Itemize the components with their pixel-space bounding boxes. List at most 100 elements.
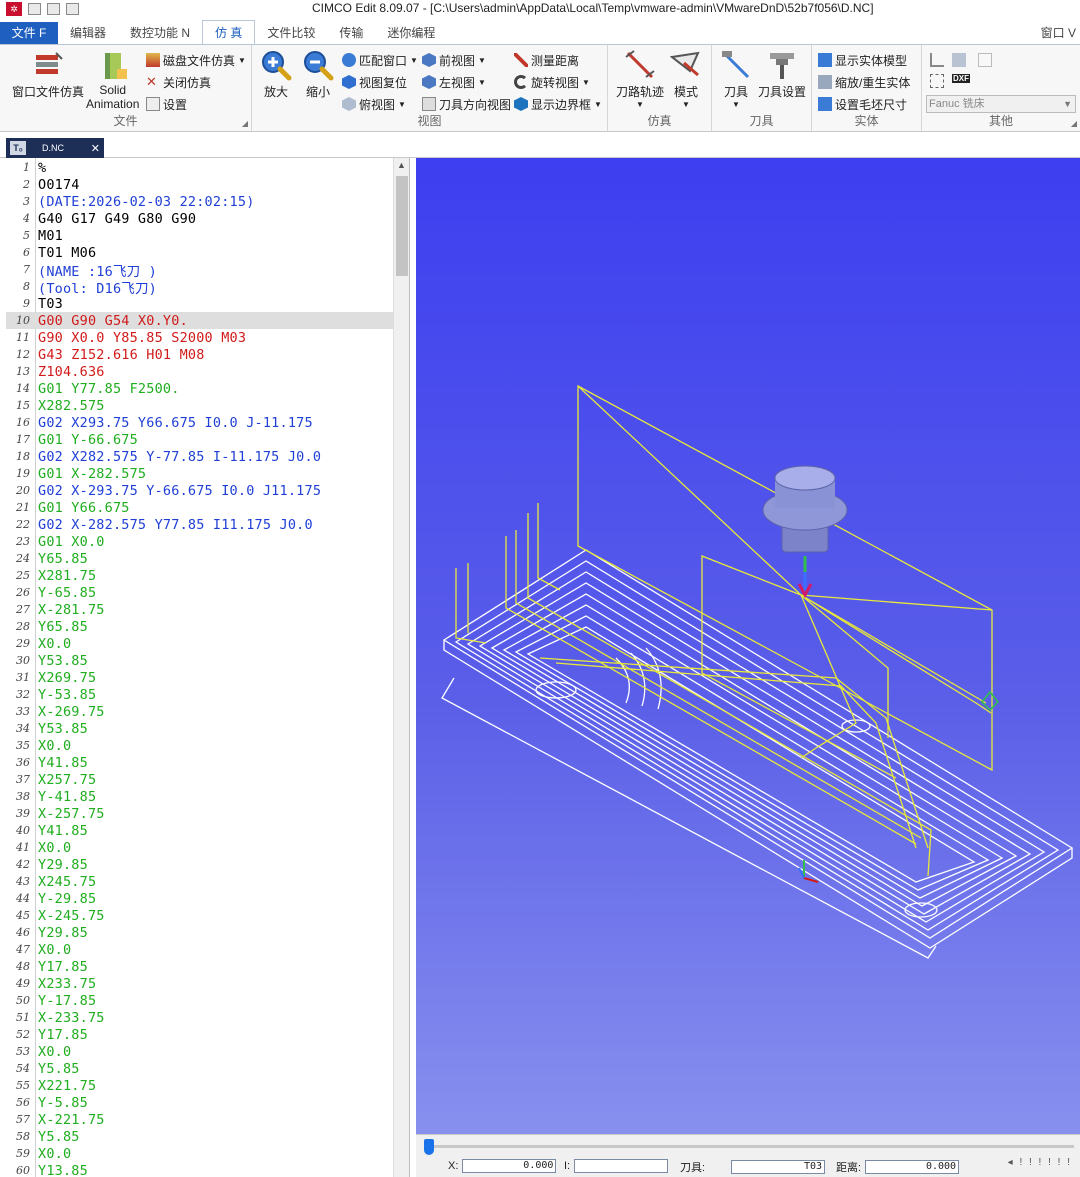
code-line[interactable]: 45 X-245.75 (6, 907, 394, 924)
code-line[interactable]: 5 M01 (6, 227, 394, 244)
code-line[interactable]: 54 Y5.85 (6, 1060, 394, 1077)
code-line[interactable]: 27 X-281.75 (6, 601, 394, 618)
machine-select[interactable]: Fanuc 铣床 ▼ (926, 95, 1076, 113)
tab-1[interactable]: 编辑器 (58, 22, 118, 44)
code-line[interactable]: 59 X0.0 (6, 1145, 394, 1162)
group-launcher-icon[interactable]: ◢ (242, 119, 248, 128)
rotate-view-button[interactable]: 旋转视图 ▼ (514, 73, 590, 91)
code-line[interactable]: 21 G01 Y66.675 (6, 499, 394, 516)
code-line[interactable]: 9 T03 (6, 295, 394, 312)
code-line[interactable]: 35 X0.0 (6, 737, 394, 754)
show-bounds-button[interactable]: 显示边界框 ▼ (514, 95, 602, 113)
scale-regen-button[interactable]: 缩放/重生实体 (818, 73, 910, 91)
code-line[interactable]: 46 Y29.85 (6, 924, 394, 941)
front-view-button[interactable]: 前视图 ▼ (422, 51, 486, 69)
code-line[interactable]: 15 X282.575 (6, 397, 394, 414)
grid-icon[interactable] (930, 74, 944, 88)
measure-distance-button[interactable]: 测量距离 (514, 51, 579, 69)
code-line[interactable]: 3 (DATE:2026-02-03 22:02:15) (6, 193, 394, 210)
code-line[interactable]: 33 X-269.75 (6, 703, 394, 720)
show-solid-button[interactable]: 显示实体模型 (818, 51, 907, 69)
solid-animation-button[interactable]: Solid Animation (86, 49, 139, 111)
close-sim-button[interactable]: ✕ 关闭仿真 (146, 73, 211, 91)
tool-settings-button[interactable]: 刀具设置 (758, 49, 806, 100)
zoom-out-button[interactable]: 缩小 (302, 49, 334, 100)
code-line[interactable]: 40 Y41.85 (6, 822, 394, 839)
code-line[interactable]: 12 G43 Z152.616 H01 M08 (6, 346, 394, 363)
code-line[interactable]: 42 Y29.85 (6, 856, 394, 873)
tool-direction-view-button[interactable]: 刀具方向视图 (422, 95, 511, 113)
code-line[interactable]: 19 G01 X-282.575 (6, 465, 394, 482)
open-sim-button[interactable]: 窗口文件仿真 (12, 49, 84, 100)
code-line[interactable]: 6 T01 M06 (6, 244, 394, 261)
sim-progress-track[interactable] (424, 1145, 1074, 1148)
code-line[interactable]: 16 G02 X293.75 Y66.675 I0.0 J-11.175 (6, 414, 394, 431)
fit-window-button[interactable]: 匹配窗口 ▼ (342, 51, 418, 69)
disk-sim-button[interactable]: 磁盘文件仿真 ▼ (146, 51, 246, 69)
code-line[interactable]: 58 Y5.85 (6, 1128, 394, 1145)
code-line[interactable]: 50 Y-17.85 (6, 992, 394, 1009)
sim-progress-knob[interactable] (424, 1139, 434, 1155)
toolpath-button[interactable]: 刀路轨迹 ▼ (616, 49, 664, 109)
code-line[interactable]: 52 Y17.85 (6, 1026, 394, 1043)
code-line[interactable]: 53 X0.0 (6, 1043, 394, 1060)
top-view-button[interactable]: 俯视图 ▼ (342, 95, 406, 113)
code-line[interactable]: 28 Y65.85 (6, 618, 394, 635)
code-line[interactable]: 11 G90 X0.0 Y85.85 S2000 M03 (6, 329, 394, 346)
code-line[interactable]: 17 G01 Y-66.675 (6, 431, 394, 448)
code-line[interactable]: 22 G02 X-282.575 Y77.85 I11.175 J0.0 (6, 516, 394, 533)
code-line[interactable]: 51 X-233.75 (6, 1009, 394, 1026)
code-line[interactable]: 60 Y13.85 (6, 1162, 394, 1177)
code-line[interactable]: 13 Z104.636 (6, 363, 394, 380)
code-line[interactable]: 4 G40 G17 G49 G80 G90 (6, 210, 394, 227)
code-line[interactable]: 8 (Tool: D16飞刀) (6, 278, 394, 297)
code-line[interactable]: 26 Y-65.85 (6, 584, 394, 601)
view-reset-button[interactable]: 视图复位 (342, 73, 407, 91)
code-line[interactable]: 31 X269.75 (6, 669, 394, 686)
code-line[interactable]: 10 G00 G90 G54 X0.Y0. (6, 312, 394, 329)
print-icon[interactable] (66, 3, 79, 15)
code-line[interactable]: 24 Y65.85 (6, 550, 394, 567)
code-line[interactable]: 48 Y17.85 (6, 958, 394, 975)
code-line[interactable]: 44 Y-29.85 (6, 890, 394, 907)
code-line[interactable]: 56 Y-5.85 (6, 1094, 394, 1111)
save-icon[interactable] (28, 3, 41, 15)
tab-5[interactable]: 传输 (327, 22, 375, 44)
code-line[interactable]: 57 X-221.75 (6, 1111, 394, 1128)
nc-code-editor[interactable]: 1% 2 O0174 3 (DATE:2026-02-03 22:02:15) 4 G40 … (6, 158, 410, 1177)
close-icon[interactable]: ✕ (91, 142, 100, 155)
expand-icon[interactable] (930, 53, 944, 67)
mode-button[interactable]: 模式 ▼ (670, 49, 702, 109)
speed-slider-ticks[interactable]: ◂ ! ! ! ! ! ! (1008, 1157, 1072, 1168)
scroll-up-icon[interactable]: ▲ (397, 160, 406, 170)
tool-button[interactable]: 刀具 ▼ (720, 49, 752, 109)
code-line[interactable]: 2 O0174 (6, 176, 394, 193)
code-line[interactable]: 7 (NAME :16飞刀 ) (6, 261, 394, 280)
code-line[interactable]: 30 Y53.85 (6, 652, 394, 669)
code-line[interactable]: 37 X257.75 (6, 771, 394, 788)
tab-2[interactable]: 数控功能 N (118, 22, 202, 44)
code-line[interactable]: 43 X245.75 (6, 873, 394, 890)
code-line[interactable]: 25 X281.75 (6, 567, 394, 584)
tab-0[interactable]: 文件 F (0, 22, 58, 44)
tab-3[interactable]: 仿 真 (202, 20, 256, 44)
code-line[interactable]: 39 X-257.75 (6, 805, 394, 822)
tab-window-menu[interactable]: 窗口 V (1041, 22, 1080, 44)
dxf-icon[interactable]: DXF (952, 74, 970, 83)
code-line[interactable]: 49 X233.75 (6, 975, 394, 992)
blank-icon[interactable] (978, 53, 992, 67)
code-line[interactable]: 38 Y-41.85 (6, 788, 394, 805)
code-line[interactable]: 47 X0.0 (6, 941, 394, 958)
zoom-in-button[interactable]: 放大 (260, 49, 292, 100)
document-tab[interactable]: T₀ D.NC ✕ (6, 138, 104, 158)
code-line[interactable]: 14 G01 Y77.85 F2500. (6, 380, 394, 397)
code-line[interactable]: 1% (6, 159, 394, 176)
window-icon[interactable] (952, 53, 966, 67)
code-line[interactable]: 55 X221.75 (6, 1077, 394, 1094)
simulation-viewport[interactable] (416, 158, 1080, 1134)
code-line[interactable]: 20 G02 X-293.75 Y-66.675 I0.0 J11.175 (6, 482, 394, 499)
tab-6[interactable]: 迷你编程 (375, 22, 447, 44)
scrollbar-thumb[interactable] (396, 176, 408, 276)
code-line[interactable]: 32 Y-53.85 (6, 686, 394, 703)
undo-icon[interactable] (47, 3, 60, 15)
